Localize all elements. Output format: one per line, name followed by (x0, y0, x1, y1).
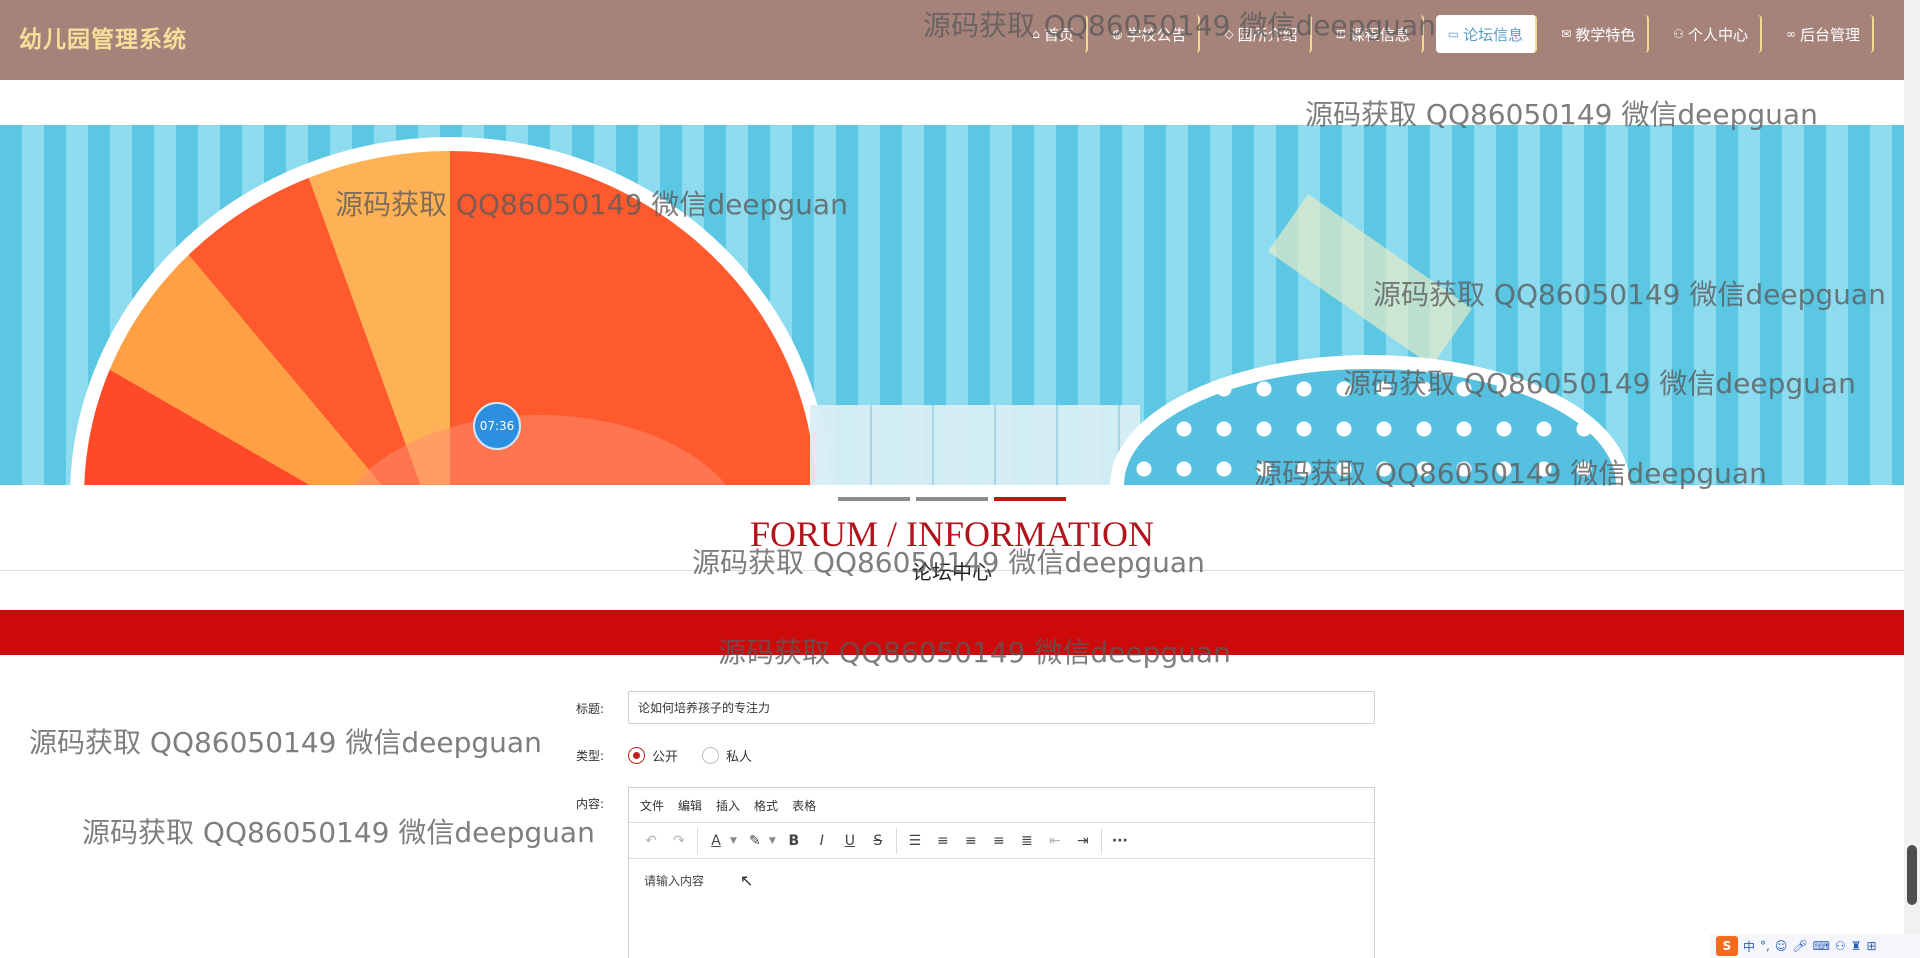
nav-item-notice[interactable]: ◍ 学校公告 (1100, 15, 1201, 53)
menu-edit[interactable]: 编辑 (678, 797, 702, 814)
globe-icon: ◍ (1111, 27, 1123, 41)
watermark-text: 源码获取 QQ86050149 微信deepguan (29, 726, 542, 759)
align-left-icon[interactable]: ≡ (929, 827, 957, 855)
shirt-icon[interactable]: ♜ (1851, 939, 1862, 953)
text-color-icon[interactable]: A (702, 827, 730, 855)
user-icon: ⚇ (1673, 27, 1684, 41)
menu-format[interactable]: 格式 (754, 797, 778, 814)
align-right-icon[interactable]: ≡ (985, 827, 1013, 855)
emoji-icon[interactable]: ☺ (1775, 939, 1788, 953)
title-label: 标题: (576, 702, 605, 716)
section-title-cn: 论坛中心 (912, 560, 992, 584)
strikethrough-icon[interactable]: S (864, 827, 892, 855)
outdent-icon[interactable]: ⇤ (1041, 827, 1069, 855)
carousel-indicators (838, 497, 1066, 501)
redo-icon[interactable]: ↷ (665, 827, 693, 855)
carousel-dot[interactable] (838, 497, 910, 501)
nav-label: 首页 (1043, 25, 1074, 44)
carousel-dot[interactable] (916, 497, 988, 501)
top-header: 幼儿园管理系统 ⌂ 首页 ◍ 学校公告 ◇ 园所介绍 ⊞ 课程信息 ▭ 论坛信息 ✉ 教学特… (0, 0, 1904, 80)
radio-private[interactable]: 私人 (702, 746, 752, 765)
cloud-graphic (1110, 355, 1630, 485)
tag-icon: ◇ (1224, 27, 1234, 41)
more-icon[interactable]: ··· (1106, 827, 1134, 855)
toolbar-separator (895, 827, 897, 854)
type-radio-group: 公开 私人 (628, 746, 752, 765)
underline-icon[interactable]: U (836, 827, 864, 855)
section-title-en: FORUM / INFORMATION (749, 514, 1155, 554)
carousel-dot-active[interactable] (994, 497, 1066, 501)
nav-item-intro[interactable]: ◇ 园所介绍 (1212, 15, 1312, 53)
banner-ribbon (1268, 193, 1472, 367)
chevron-down-icon[interactable]: ▼ (769, 836, 776, 846)
main-nav: ⌂ 首页 ◍ 学校公告 ◇ 园所介绍 ⊞ 课程信息 ▭ 论坛信息 ✉ 教学特色 ⚇ 个人中心 … (1020, 15, 1874, 53)
italic-icon[interactable]: I (808, 827, 836, 855)
editor-toolbar: ↶ ↷ A ▼ ✎ ▼ B I U S ☰ ≡ ≡ ≡ ≣ ⇤ ⇥ ··· (629, 823, 1374, 859)
content-label: 内容: (576, 797, 605, 811)
grid-icon[interactable]: ⊞ (1866, 939, 1876, 953)
section-red-bar (0, 610, 1904, 655)
radio-circle[interactable] (628, 747, 645, 764)
nav-label: 学校公告 (1126, 25, 1187, 44)
nav-item-admin[interactable]: ∞ 后台管理 (1774, 15, 1874, 53)
justify-icon[interactable]: ≣ (1013, 827, 1041, 855)
nav-item-profile[interactable]: ⚇ 个人中心 (1661, 15, 1762, 53)
clock-badge: 07:36 (473, 402, 521, 450)
hero-banner: 07:36 (0, 125, 1904, 485)
menu-file[interactable]: 文件 (640, 797, 664, 814)
keyboard-icon[interactable]: ⌨ (1813, 939, 1830, 953)
link-icon: ∞ (1785, 27, 1796, 41)
toolbar-separator (697, 827, 698, 854)
nav-label: 课程信息 (1349, 25, 1410, 44)
mail-icon: ✉ (1561, 27, 1572, 41)
nav-item-feature[interactable]: ✉ 教学特色 (1549, 15, 1650, 53)
editor-menubar: 文件 编辑 插入 格式 表格 (629, 788, 1374, 823)
nav-label: 教学特色 (1575, 25, 1636, 44)
undo-icon[interactable]: ↶ (637, 827, 665, 855)
mouse-cursor-icon: ↖ (740, 871, 754, 890)
radio-public[interactable]: 公开 (628, 746, 678, 765)
watermark-text: 源码获取 QQ86050149 微信deepguan (82, 816, 595, 849)
chevron-down-icon[interactable]: ▼ (730, 836, 737, 846)
list-icon[interactable]: ☰ (901, 827, 929, 855)
grid-icon: ⊞ (1335, 27, 1346, 41)
align-center-icon[interactable]: ≡ (957, 827, 985, 855)
punct-icon[interactable]: °, (1760, 939, 1770, 953)
ime-lang[interactable]: 中 (1743, 938, 1755, 955)
title-input[interactable]: 论如何培养孩子的专注力 (628, 691, 1375, 724)
ime-toolbar: S 中 °, ☺ 🎤︎ ⌨ ⚇ ♜ ⊞ (1710, 934, 1920, 958)
highlight-icon[interactable]: ✎ (741, 827, 769, 855)
user-icon[interactable]: ⚇ (1835, 939, 1846, 953)
site-brand[interactable]: 幼儿园管理系统 (19, 20, 187, 54)
menu-insert[interactable]: 插入 (716, 797, 740, 814)
menu-table[interactable]: 表格 (792, 797, 816, 814)
mic-icon[interactable]: 🎤︎ (1792, 939, 1807, 953)
type-label: 类型: (576, 749, 605, 763)
banner-tiles (810, 405, 1140, 485)
bold-icon[interactable]: B (780, 827, 808, 855)
toolbar-separator (1100, 827, 1102, 854)
nav-item-home[interactable]: ⌂ 首页 (1020, 15, 1088, 53)
radio-label: 私人 (726, 750, 753, 765)
nav-label: 园所介绍 (1237, 25, 1298, 44)
scrollbar-thumb[interactable] (1907, 845, 1917, 905)
radio-circle[interactable] (702, 747, 720, 764)
home-icon: ⌂ (1032, 27, 1040, 41)
nav-item-course[interactable]: ⊞ 课程信息 (1324, 15, 1424, 53)
nav-label: 个人中心 (1687, 25, 1748, 44)
nav-label: 后台管理 (1799, 25, 1860, 44)
forum-icon: ▭ (1447, 27, 1460, 41)
indent-icon[interactable]: ⇥ (1069, 827, 1097, 855)
nav-label: 论坛信息 (1463, 25, 1524, 44)
radio-label: 公开 (652, 750, 679, 765)
page-scrollbar[interactable] (1904, 0, 1920, 958)
nav-item-forum[interactable]: ▭ 论坛信息 (1435, 15, 1538, 53)
ime-logo-icon[interactable]: S (1716, 936, 1738, 956)
